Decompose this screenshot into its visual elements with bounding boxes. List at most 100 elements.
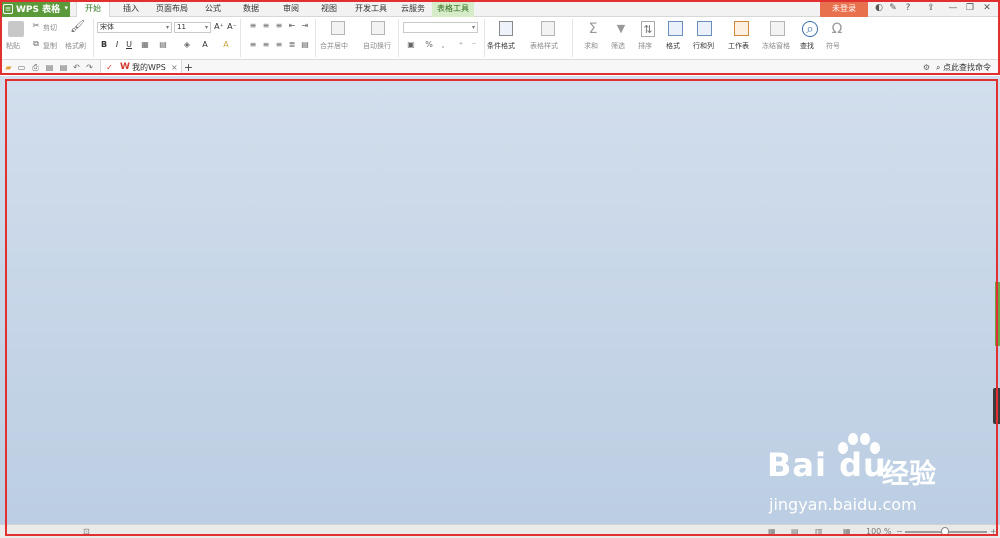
wps-spreadsheet-window: ≡ WPS 表格 ▾ 开始 插入 页面布局 公式 数据 审阅 视图 开发工具 云… [0,0,1000,538]
close-tab-icon[interactable]: × [171,60,178,75]
currency-icon[interactable]: ▣ [406,40,416,50]
watermark-brand-cn: 经验 [882,459,936,490]
cut-button[interactable]: 剪切 [43,23,57,33]
border-icon[interactable]: ▦ [140,40,150,50]
new-tab-button[interactable]: + [183,62,194,73]
clear-format-icon[interactable]: A [221,40,231,50]
tab-cloud[interactable]: 云服务 [396,0,430,17]
font-size-select[interactable]: 11 ▾ [174,22,211,33]
page-break-view-icon[interactable]: ▤ [791,526,799,538]
undo-icon[interactable]: ↶ [71,62,82,73]
filter-button[interactable]: 筛选 [611,41,625,51]
paste-label[interactable]: 粘贴 [6,41,20,51]
save-icon[interactable]: ▭ [16,62,27,73]
export-icon[interactable]: ▤ [58,62,69,73]
align-middle-icon[interactable]: ≡ [261,21,271,31]
freeze-panes-icon [770,21,785,36]
justify-icon[interactable]: ≣ [287,40,297,50]
zoom-slider-handle[interactable] [941,527,949,536]
status-left-icon[interactable]: ⊡ [83,526,90,538]
symbol-button[interactable]: 符号 [826,41,840,51]
align-right-icon[interactable]: ≡ [274,40,284,50]
search-icon: ⌕ [936,63,941,72]
print-icon[interactable]: ⎙ [30,62,41,73]
tab-page-layout[interactable]: 页面布局 [152,0,192,17]
watermark-url: jingyan.baidu.com [769,495,917,514]
underline-button[interactable]: U [124,40,134,50]
tab-data[interactable]: 数据 [236,0,266,17]
conditional-format-button[interactable]: 条件格式 [487,41,515,51]
bold-button[interactable]: B [99,40,109,50]
outdent-icon[interactable]: ⇥ [300,21,310,31]
wrap-text-button[interactable]: 自动换行 [363,41,391,51]
command-search[interactable]: ⌕ 点此查找命令 [936,60,991,75]
number-format-select[interactable]: ▾ [403,22,478,33]
upload-icon[interactable]: ⇪ [924,0,938,17]
wrap-text-icon [371,21,385,35]
wps-logo-icon: ≡ [3,3,13,14]
grow-font-button[interactable]: A⁺ [214,22,224,32]
tab-developer[interactable]: 开发工具 [351,0,391,17]
app-menu-button[interactable]: ≡ WPS 表格 ▾ [0,0,70,17]
font-size-value: 11 [177,23,186,31]
percent-button[interactable]: % [424,40,434,50]
settings-icon[interactable]: ⚙ [921,62,932,73]
shrink-font-button[interactable]: A⁻ [227,22,237,32]
side-tool-handle[interactable] [993,388,1000,424]
zoom-level[interactable]: 100 % [866,526,891,538]
tab-view[interactable]: 视图 [314,0,344,17]
print-preview-icon[interactable]: ▤ [44,62,55,73]
restore-icon[interactable]: ❐ [963,0,977,17]
rows-columns-button[interactable]: 行和列 [693,41,714,51]
table-style-button[interactable]: 表格样式 [530,41,558,51]
freeze-panes-button[interactable]: 冻结窗格 [762,41,790,51]
decrease-decimal-icon[interactable]: ⁻ [469,40,479,50]
zoom-out-button[interactable]: − [896,526,903,538]
find-button[interactable]: 查找 [800,41,814,51]
reading-view-icon[interactable]: ▥ [815,526,823,538]
distribute-icon[interactable]: ▤ [300,40,310,50]
align-center-icon[interactable]: ≡ [261,40,271,50]
eye-protect-icon[interactable]: ▦ [843,526,851,538]
sort-button[interactable]: 排序 [638,41,652,51]
paste-icon[interactable] [8,21,24,37]
open-icon[interactable]: ▰ [3,62,14,73]
tab-home[interactable]: 开始 [76,0,110,17]
indent-icon[interactable]: ⇤ [287,21,297,31]
sum-button[interactable]: 求和 [584,41,598,51]
skin-icon[interactable]: ◐ [872,0,886,17]
tab-table-tools[interactable]: 表格工具 [432,0,474,17]
doc-tab-my-wps[interactable]: ✓ W 我的WPS × [100,60,182,75]
format-button[interactable]: 格式 [666,41,680,51]
font-name-select[interactable]: 宋体 ▾ [97,22,172,33]
tab-review[interactable]: 审阅 [276,0,306,17]
comma-button[interactable]: ‚ [438,40,448,50]
copy-button[interactable]: 复制 [43,41,57,51]
worksheet-button[interactable]: 工作表 [728,41,749,51]
app-title: WPS 表格 [16,5,61,15]
help-icon[interactable]: ? [901,0,915,17]
merge-border-icon[interactable]: ▤ [158,40,168,50]
minimize-icon[interactable]: — [946,0,960,17]
normal-view-icon[interactable]: ▦ [768,526,776,538]
zoom-in-button[interactable]: + [990,526,997,538]
tab-formulas[interactable]: 公式 [198,0,228,17]
login-button[interactable]: 未登录 [820,0,868,17]
chevron-down-icon: ▾ [64,4,68,12]
align-left-icon[interactable]: ≡ [248,40,258,50]
fill-color-icon[interactable]: ◈ [182,40,192,50]
format-painter-button[interactable]: 格式刷 [65,41,86,51]
align-top-icon[interactable]: ≡ [248,21,258,31]
chevron-down-icon: ▾ [165,24,169,31]
align-bottom-icon[interactable]: ≡ [274,21,284,31]
table-style-icon [541,21,555,36]
close-icon[interactable]: ✕ [980,0,994,17]
tab-insert[interactable]: 插入 [116,0,146,17]
italic-button[interactable]: I [112,40,122,50]
increase-decimal-icon[interactable]: ⁺ [456,40,466,50]
redo-icon[interactable]: ↷ [84,62,95,73]
font-color-icon[interactable]: A [200,40,210,50]
side-panel-handle[interactable] [995,282,1000,346]
merge-center-button[interactable]: 合并居中 [320,41,348,51]
feedback-icon[interactable]: ✎ [886,0,900,17]
